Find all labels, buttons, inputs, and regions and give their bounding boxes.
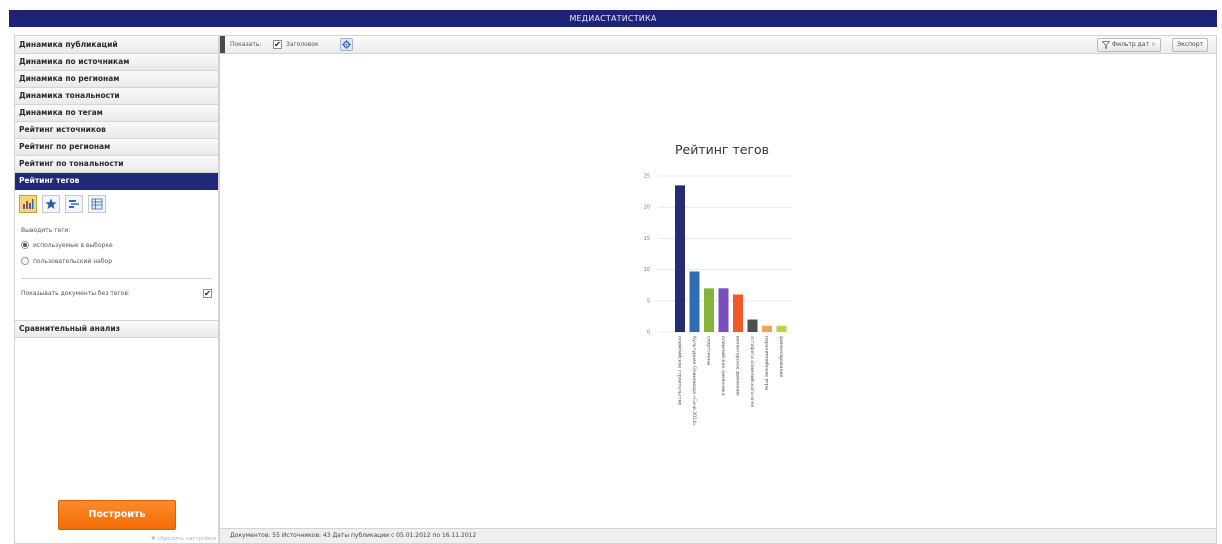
chart-bar[interactable] [776, 325, 787, 332]
y-tick-label: 5 [647, 298, 650, 304]
close-icon[interactable]: × [1151, 39, 1156, 51]
chart-bar[interactable] [675, 185, 685, 332]
sidebar-item-tone-rating[interactable]: Рейтинг по тональности [15, 156, 218, 173]
radio-button[interactable] [21, 257, 29, 265]
status-bar: Документов: 55 Источников: 43 Даты публи… [219, 528, 1217, 544]
x-category-label: спортсмены [706, 336, 711, 366]
export-button[interactable]: Экспорт [1172, 38, 1209, 52]
chart-bar[interactable] [747, 319, 758, 332]
main-toolbar: Показать: ✔ Заголовок Фильтр дат × Экспо… [219, 35, 1217, 54]
sidebar-item-source-rating[interactable]: Рейтинг источников [15, 122, 218, 139]
x-category-label: волонтерское движение [735, 336, 740, 396]
x-category-label: олимпийская символика [720, 336, 727, 396]
chart-settings-button[interactable] [340, 38, 353, 51]
sidebar-item-region-rating[interactable]: Рейтинг по регионам [15, 139, 218, 156]
sidebar-item-tag-rating[interactable]: Рейтинг тегов [15, 173, 218, 190]
panel-splitter-handle[interactable] [220, 36, 225, 53]
radio-label: пользовательский набор [33, 257, 113, 265]
chart-bar[interactable] [718, 288, 729, 332]
radio-label: используемые в выборке [33, 241, 113, 249]
x-category-label: олимпийское строительство [677, 336, 684, 406]
reset-settings-link[interactable]: ✖ сбросить настройки [151, 536, 216, 542]
radio-button[interactable] [21, 241, 29, 249]
show-docs-without-tags-row: Показывать документы без тегов: ✔ [21, 289, 212, 298]
table-icon[interactable] [88, 195, 106, 213]
app-title-bar: МЕДИАСТАТИСТИКА [9, 10, 1217, 27]
radio-used-in-selection[interactable]: используемые в выборке [21, 241, 113, 249]
chart-area: Рейтинг тегов 0 5 10 15 20 25 олимпийское стро… [219, 54, 1217, 528]
sidebar: Динамика публикаций Динамика по источник… [14, 35, 219, 544]
bar-chart-icon[interactable] [19, 195, 37, 213]
y-tick-label: 20 [644, 205, 650, 211]
x-category-label: Культурная Олимпиада «Сочи 2014» [691, 336, 697, 426]
chart-bar[interactable] [733, 294, 743, 332]
radio-custom-set[interactable]: пользовательский набор [21, 257, 112, 265]
visualization-type-selector [19, 195, 106, 213]
divider [21, 278, 212, 279]
show-docs-without-tags-checkbox[interactable]: ✔ [203, 289, 212, 298]
x-category-label: паралимпийские игры [764, 336, 771, 391]
chart-bar[interactable] [704, 288, 714, 332]
sidebar-item-publication-dynamics[interactable]: Динамика публикаций [15, 36, 218, 54]
sidebar-item-source-dynamics[interactable]: Динамика по источникам [15, 54, 218, 71]
star-icon[interactable] [42, 195, 60, 213]
chart-title: Рейтинг тегов [675, 142, 770, 157]
tags-output-label: Выводить теги: [21, 227, 71, 234]
sidebar-item-comparative-analysis[interactable]: Сравнительный анализ [15, 321, 218, 338]
x-category-label: эстафета олимпийского огня [749, 336, 756, 407]
chart-bar[interactable] [689, 271, 700, 332]
header-checkbox-label: Заголовок [286, 41, 319, 48]
show-docs-without-tags-label: Показывать документы без тегов: [21, 290, 130, 297]
sidebar-item-tone-dynamics[interactable]: Динамика тональности [15, 88, 218, 105]
bars-icon[interactable] [65, 195, 83, 213]
chart-bar[interactable] [762, 325, 772, 332]
y-tick-label: 25 [644, 174, 650, 180]
filter-icon [1102, 41, 1110, 49]
date-filter-button[interactable]: Фильтр дат × [1097, 38, 1161, 52]
tag-rating-settings-panel: Выводить теги: используемые в выборке по… [15, 190, 218, 321]
build-button[interactable]: Построить [58, 500, 176, 530]
y-tick-label: 15 [644, 236, 650, 242]
bar-chart: 0 5 10 15 20 25 олимпийское строительство Культ… [644, 174, 792, 426]
date-filter-label: Фильтр дат [1112, 41, 1149, 48]
x-category-label: финансирование [778, 336, 784, 377]
show-label: Показать: [230, 41, 262, 48]
sidebar-item-tag-dynamics[interactable]: Динамика по тегам [15, 105, 218, 122]
y-tick-label: 10 [644, 267, 650, 273]
gear-icon [342, 40, 351, 49]
sidebar-item-region-dynamics[interactable]: Динамика по регионам [15, 71, 218, 88]
header-checkbox[interactable]: ✔ [273, 40, 282, 49]
y-tick-label: 0 [647, 330, 650, 336]
app-window: МЕДИАСТАТИСТИКА Динамика публикаций Дина… [0, 0, 1222, 544]
